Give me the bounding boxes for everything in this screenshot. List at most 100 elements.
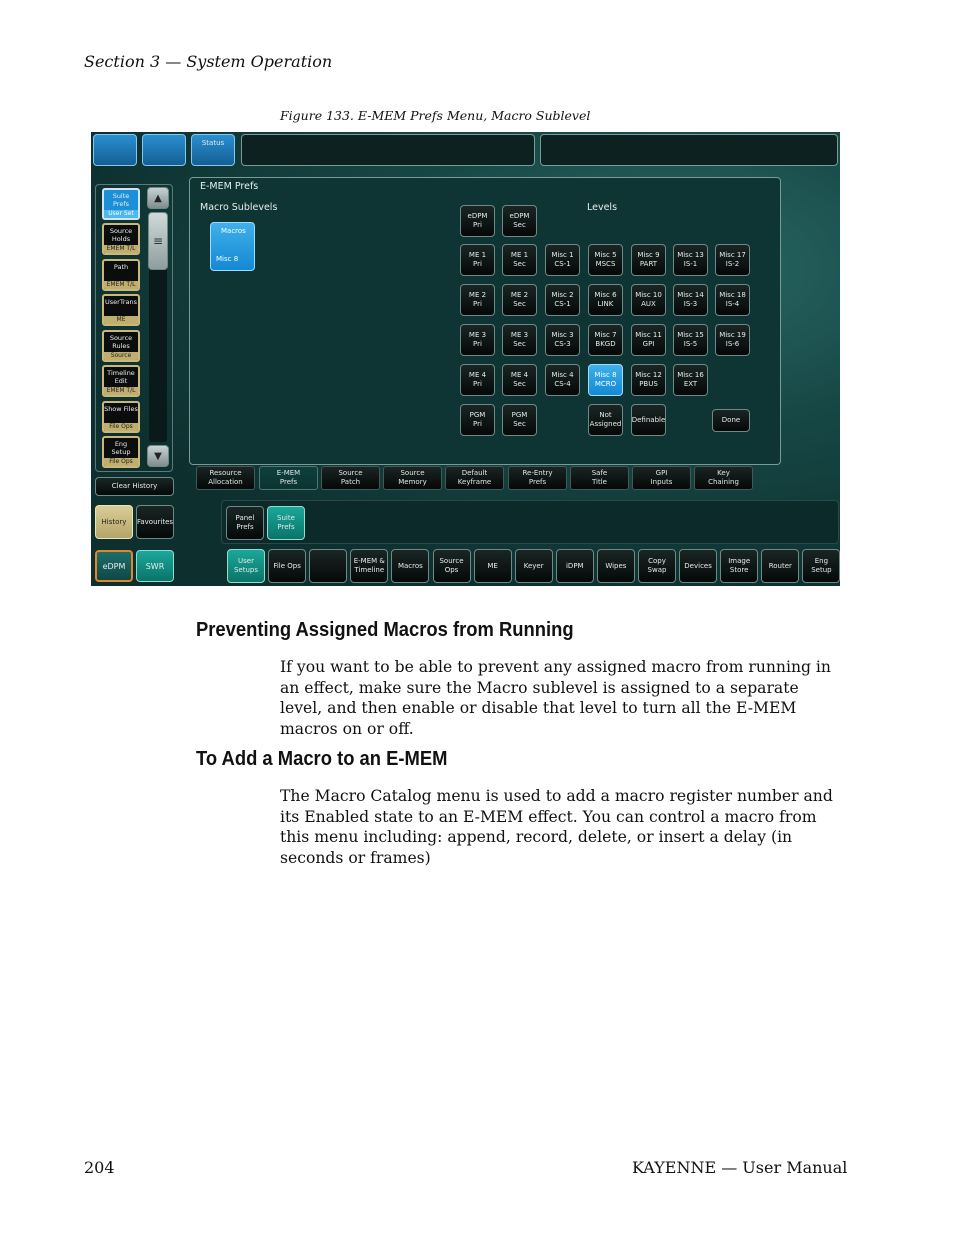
level-button-me-1-sec[interactable]: ME 1 Sec (502, 244, 537, 276)
sidebar-item-timeline-edit[interactable]: Timeline Edit EMEM T/L (102, 365, 140, 397)
level-button-misc-12-pbus[interactable]: Misc 12 PBUS (631, 364, 666, 396)
level-label-line1: Misc 5 (594, 251, 617, 259)
level-button-misc-10-aux[interactable]: Misc 10 AUX (631, 284, 666, 316)
tab-key-chaining[interactable]: Key Chaining (694, 466, 753, 490)
tab-gpi-inputs[interactable]: GPI Inputs (632, 466, 691, 490)
menu-button-devices[interactable]: Devices (679, 549, 718, 583)
menu-button-label-line2: Setups (233, 566, 259, 574)
level-label-line2: PART (639, 260, 658, 268)
menu-button-eng-setup[interactable]: Eng Setup (802, 549, 840, 583)
panel-prefs-l2: Prefs (236, 523, 254, 531)
sidebar-item-source-rules[interactable]: Source Rules Source Ops (102, 330, 140, 362)
level-button-misc-4-cs-4[interactable]: Misc 4 CS-4 (545, 364, 580, 396)
menu-button-user-setups[interactable]: User Setups (227, 549, 265, 583)
level-button-me-3-pri[interactable]: ME 3 Pri (460, 324, 495, 356)
level-button-me-3-sec[interactable]: ME 3 Sec (502, 324, 537, 356)
level-button-misc-3-cs-3[interactable]: Misc 3 CS-3 (545, 324, 580, 356)
menu-button-e-mem-timeline[interactable]: E-MEM & Timeline (350, 549, 389, 583)
sidebar-item-sublabel: File Ops (104, 458, 138, 466)
level-button-done[interactable]: Done (712, 409, 750, 432)
level-button-misc-1-cs-1[interactable]: Misc 1 CS-1 (545, 244, 580, 276)
top-blank-button-2[interactable] (142, 134, 186, 166)
level-label-line1: Misc 18 (719, 291, 746, 299)
menu-button-label-line1: Devices (684, 561, 712, 570)
level-button-not-assigned[interactable]: Not Assigned (588, 404, 623, 436)
menu-button-image-store[interactable]: Image Store (720, 549, 759, 583)
scroll-up-button[interactable]: ▲ (147, 187, 169, 209)
level-button-me-1-pri[interactable]: ME 1 Pri (460, 244, 495, 276)
sidebar-item-sublabel: User Set (104, 210, 138, 218)
menu-button-source-ops[interactable]: Source Ops (432, 549, 471, 583)
level-button-edpm-sec[interactable]: eDPM Sec (502, 205, 537, 237)
level-label-line1: Misc 17 (719, 251, 746, 259)
scroll-down-button[interactable]: ▼ (147, 445, 169, 467)
level-button-pgm-sec[interactable]: PGM Sec (502, 404, 537, 436)
suite-prefs-button[interactable]: Suite Prefs (267, 506, 305, 540)
status-button[interactable]: Status (191, 134, 235, 166)
level-button-me-4-pri[interactable]: ME 4 Pri (460, 364, 495, 396)
tab-safe-title[interactable]: Safe Title (570, 466, 629, 490)
level-button-misc-15-is-5[interactable]: Misc 15 IS-5 (673, 324, 708, 356)
menu-button-macros[interactable]: Macros (391, 549, 430, 583)
level-label-line1: ME 2 (468, 291, 487, 299)
menu-button-me[interactable]: ME (473, 549, 512, 583)
tab-label-line2: Inputs (650, 478, 673, 486)
tab-e-mem-prefs[interactable]: E-MEM Prefs (259, 466, 318, 490)
menu-button-file-ops[interactable]: File Ops (268, 549, 307, 583)
tab-re-entry-prefs[interactable]: Re-Entry Prefs (508, 466, 567, 490)
sidebar-item-eng-setup[interactable]: Eng Setup File Ops (102, 436, 140, 468)
clear-history-button[interactable]: Clear History (95, 477, 174, 496)
level-button-edpm-pri[interactable]: eDPM Pri (460, 205, 495, 237)
menu-button-router[interactable]: Router (761, 549, 800, 583)
sidebar-item-path[interactable]: Path EMEM T/L (102, 259, 140, 291)
level-button-definable[interactable]: Definable (631, 404, 666, 436)
level-button-misc-5-mscs[interactable]: Misc 5 MSCS (588, 244, 623, 276)
menu-button-wipes[interactable]: Wipes (596, 549, 635, 583)
level-button-pgm-pri[interactable]: PGM Pri (460, 404, 495, 436)
sidebar-item-source-holds[interactable]: Source Holds EMEM T/L (102, 223, 140, 255)
level-button-misc-11-gpi[interactable]: Misc 11 GPI (631, 324, 666, 356)
edpm-button[interactable]: eDPM (95, 550, 133, 582)
sidebar-item-usertrans[interactable]: UserTrans ME (102, 294, 140, 326)
level-button-me-2-pri[interactable]: ME 2 Pri (460, 284, 495, 316)
level-button-misc-14-is-3[interactable]: Misc 14 IS-3 (673, 284, 708, 316)
level-button-misc-19-is-6[interactable]: Misc 19 IS-6 (715, 324, 750, 356)
level-button-me-2-sec[interactable]: ME 2 Sec (502, 284, 537, 316)
top-display-2 (540, 134, 838, 166)
tab-source-patch[interactable]: Source Patch (321, 466, 380, 490)
macros-sublevel-button[interactable]: Macros Misc 8 (210, 222, 255, 271)
level-label-line2: LINK (597, 300, 614, 308)
sidebar-item-suite-prefs[interactable]: Suite Prefs User Set (102, 188, 140, 220)
level-button-misc-7-bkgd[interactable]: Misc 7 BKGD (588, 324, 623, 356)
level-label-line2: EXT (683, 380, 698, 388)
level-button-misc-16-ext[interactable]: Misc 16 EXT (673, 364, 708, 396)
menu-button-blank[interactable] (309, 549, 348, 583)
level-button-misc-8-mcro[interactable]: Misc 8 MCRO (588, 364, 623, 396)
menu-button-idpm[interactable]: iDPM (555, 549, 594, 583)
tab-resource-allocation[interactable]: Resource Allocation (196, 466, 255, 490)
sidebar-item-show-files[interactable]: Show Files File Ops (102, 401, 140, 433)
tab-source-memory[interactable]: Source Memory (383, 466, 442, 490)
sidebar-item-sublabel: EMEM T/L (104, 245, 138, 253)
level-button-misc-6-link[interactable]: Misc 6 LINK (588, 284, 623, 316)
swr-button[interactable]: SWR (136, 550, 174, 582)
panel-prefs-button[interactable]: Panel Prefs (226, 506, 264, 540)
menu-button-copy-swap[interactable]: Copy Swap (638, 549, 676, 583)
level-label-line2: Sec (513, 221, 526, 229)
level-button-me-4-sec[interactable]: ME 4 Sec (502, 364, 537, 396)
favourites-button[interactable]: Favourites (136, 505, 174, 539)
history-button[interactable]: History (95, 505, 133, 539)
level-button-misc-2-cs-1[interactable]: Misc 2 CS-1 (545, 284, 580, 316)
level-button-misc-18-is-4[interactable]: Misc 18 IS-4 (715, 284, 750, 316)
section-body-1: If you want to be able to prevent any as… (280, 658, 831, 738)
tab-default-keyframe[interactable]: Default Keyframe (445, 466, 504, 490)
level-button-misc-13-is-1[interactable]: Misc 13 IS-1 (673, 244, 708, 276)
menu-button-label-line1: Router (768, 561, 792, 570)
top-blank-button-1[interactable] (93, 134, 137, 166)
scrollbar-thumb[interactable]: ≡ (148, 212, 168, 270)
level-label-line1: Misc 11 (635, 331, 662, 339)
menu-button-keyer[interactable]: Keyer (514, 549, 553, 583)
level-button-misc-17-is-2[interactable]: Misc 17 IS-2 (715, 244, 750, 276)
level-button-misc-9-part[interactable]: Misc 9 PART (631, 244, 666, 276)
history-label: History (101, 517, 127, 526)
